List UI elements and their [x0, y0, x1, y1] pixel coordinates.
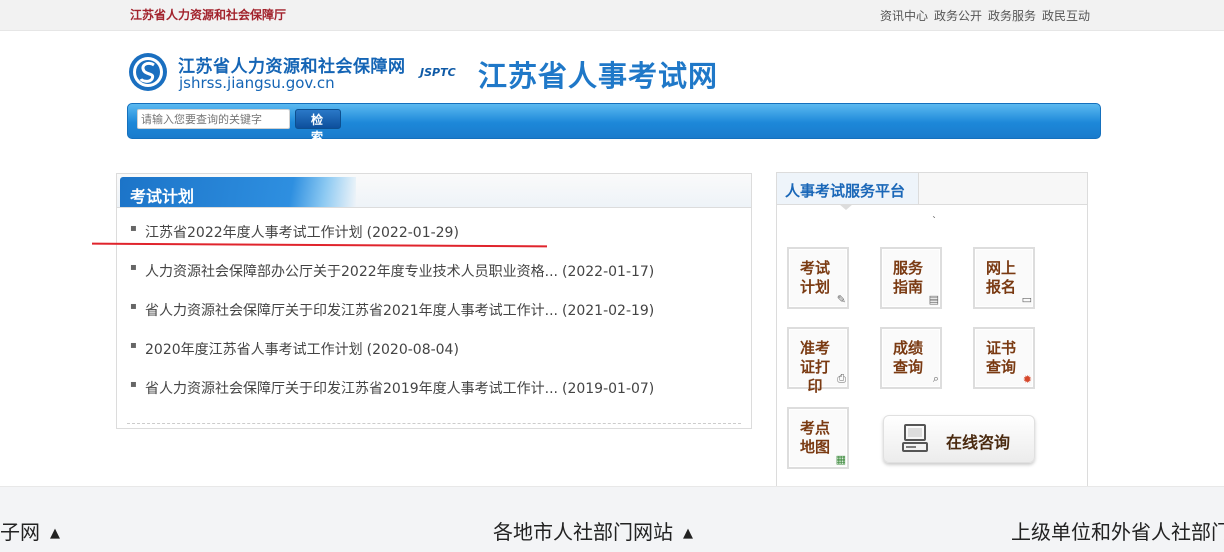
bullet-icon: ▪ [130, 301, 137, 312]
service-online-signup-button[interactable]: 网上报名 ▭ [973, 247, 1035, 309]
document-icon: ▤ [928, 293, 939, 306]
footer-label: 业务子网 [0, 520, 40, 544]
nav-gov-open[interactable]: 政务公开 [934, 7, 982, 24]
service-certificate-query-button[interactable]: 证书查询 ✹ [973, 327, 1035, 389]
bullet-icon: ▪ [130, 340, 137, 351]
exam-plan-tab[interactable]: 考试计划 [120, 177, 356, 207]
bullet-icon: ▪ [130, 379, 137, 390]
exam-plan-panel: 考试计划 ▪ 江苏省2022年度人事考试工作计划 (2022-01-29) ▪ 人… [116, 173, 752, 429]
news-link[interactable]: 人力资源社会保障部办公厅关于2022年度专业技术人员职业资格... (2022-0… [145, 261, 654, 281]
news-date: (2022-01-29) [366, 225, 459, 241]
news-link[interactable]: 江苏省2022年度人事考试工作计划 (2022-01-29) [145, 222, 459, 242]
arrow-up-icon: ▲ [683, 526, 693, 541]
search-button[interactable]: 检 索 [295, 109, 341, 144]
hrss-emblem-icon [129, 53, 167, 91]
news-title: 省人力资源社会保障厅关于印发江苏省2021年度人事考试工作计... [145, 303, 558, 319]
tab-pointer [839, 204, 853, 210]
service-platform-header: 人事考试服务平台 [777, 173, 1087, 205]
search-input[interactable] [137, 109, 290, 129]
online-consult-label: 在线咨询 [946, 433, 1011, 452]
news-date: (2020-08-04) [366, 342, 459, 358]
exam-plan-title: 考试计划 [130, 187, 195, 206]
service-platform-panel: 人事考试服务平台 ` 考试计划 ✎ 服务指南 ▤ 网上报名 ▭ 准考证打印 ⎙ … [776, 172, 1088, 487]
nav-news-center[interactable]: 资讯中心 [880, 7, 928, 24]
service-score-query-button[interactable]: 成绩查询 ⌕ [880, 327, 942, 389]
service-label: 证书查询 [985, 339, 1016, 376]
computer-icon: ▭ [1021, 293, 1032, 306]
nav-public-interaction[interactable]: 政民互动 [1042, 7, 1090, 24]
service-label: 服务指南 [892, 259, 923, 296]
service-label: 网上报名 [985, 259, 1016, 296]
footer-label: 各地市人社部门网站 [493, 520, 673, 544]
service-platform-tab[interactable]: 人事考试服务平台 [777, 173, 919, 204]
map-icon: ▦ [835, 453, 846, 466]
printer-icon: ⎙ [837, 372, 846, 385]
list-item: ▪ 省人力资源社会保障厅关于印发江苏省2021年度人事考试工作计... (2021… [117, 300, 751, 339]
news-date: (2019-01-07) [561, 381, 655, 397]
jsptc-logo: JSPTC [420, 66, 456, 79]
news-date: (2022-01-17) [561, 264, 655, 280]
list-item: ▪ 人力资源社会保障部办公厅关于2022年度专业技术人员职业资格... (2022… [117, 261, 751, 300]
org-name[interactable]: 江苏省人力资源和社会保障厅 [130, 6, 286, 23]
service-guide-button[interactable]: 服务指南 ▤ [880, 247, 942, 309]
service-platform-title: 人事考试服务平台 [785, 182, 906, 200]
top-bar: 江苏省人力资源和社会保障厅 资讯中心 政务公开 政务服务 政民互动 [0, 0, 1224, 31]
site-header: 江苏省人力资源和社会保障网 jshrss.jiangsu.gov.cn JSPT… [128, 50, 728, 96]
footer-business-subnet[interactable]: 业务子网 ▲ [0, 516, 60, 545]
news-title: 2020年度江苏省人事考试工作计划 [145, 342, 363, 358]
nav-gov-service[interactable]: 政务服务 [988, 7, 1036, 24]
news-title: 人力资源社会保障部办公厅关于2022年度专业技术人员职业资格... [145, 264, 558, 280]
news-title: 江苏省2022年度人事考试工作计划 [145, 225, 363, 241]
footer-superior-units[interactable]: 上级单位和外省人社部门▲ [1011, 516, 1224, 545]
bullet-icon: ▪ [130, 262, 137, 273]
search-bar: 检 索 [127, 103, 1101, 144]
site-title[interactable]: 江苏省人事考试网 [478, 53, 718, 95]
news-link[interactable]: 省人力资源社会保障厅关于印发江苏省2021年度人事考试工作计... (2021-0… [145, 300, 654, 320]
news-date: (2021-02-19) [561, 303, 655, 319]
footer-label: 上级单位和外省人社部门 [1011, 520, 1224, 544]
online-consult-button[interactable]: 在线咨询 [883, 415, 1035, 463]
service-admission-print-button[interactable]: 准考证打印 ⎙ [787, 327, 849, 395]
pen-icon: ✎ [836, 293, 846, 306]
list-item: ▪ 省人力资源社会保障厅关于印发江苏省2019年度人事考试工作计... (2019… [117, 378, 751, 417]
stray-mark: ` [932, 216, 937, 227]
exam-plan-list: ▪ 江苏省2022年度人事考试工作计划 (2022-01-29) ▪ 人力资源社会… [117, 222, 751, 417]
service-label: 成绩查询 [892, 339, 923, 376]
bullet-icon: ▪ [130, 223, 137, 234]
news-link[interactable]: 2020年度江苏省人事考试工作计划 (2020-08-04) [145, 339, 459, 359]
footer-city-hrss-sites[interactable]: 各地市人社部门网站 ▲ [493, 516, 693, 545]
exam-plan-header: 考试计划 [117, 174, 751, 208]
top-nav: 资讯中心 政务公开 政务服务 政民互动 [880, 7, 1090, 24]
medal-icon: ✹ [1022, 373, 1032, 386]
service-exam-plan-button[interactable]: 考试计划 ✎ [787, 247, 849, 309]
logo-domain: jshrss.jiangsu.gov.cn [179, 74, 335, 92]
list-item: ▪ 2020年度江苏省人事考试工作计划 (2020-08-04) [117, 339, 751, 378]
service-label: 考点地图 [799, 419, 830, 456]
footer-links: 业务子网 ▲ 各地市人社部门网站 ▲ 上级单位和外省人社部门▲ [0, 486, 1224, 552]
service-label: 考试计划 [799, 259, 830, 296]
list-item: ▪ 江苏省2022年度人事考试工作计划 (2022-01-29) [117, 222, 751, 261]
service-label: 准考证打印 [799, 339, 830, 395]
news-title: 省人力资源社会保障厅关于印发江苏省2019年度人事考试工作计... [145, 381, 558, 397]
news-link[interactable]: 省人力资源社会保障厅关于印发江苏省2019年度人事考试工作计... (2019-0… [145, 378, 654, 398]
list-divider [127, 423, 741, 424]
magnifier-icon: ⌕ [932, 372, 939, 385]
computer-icon [902, 424, 928, 452]
arrow-up-icon: ▲ [50, 526, 60, 541]
service-exam-site-map-button[interactable]: 考点地图 ▦ [787, 407, 849, 469]
